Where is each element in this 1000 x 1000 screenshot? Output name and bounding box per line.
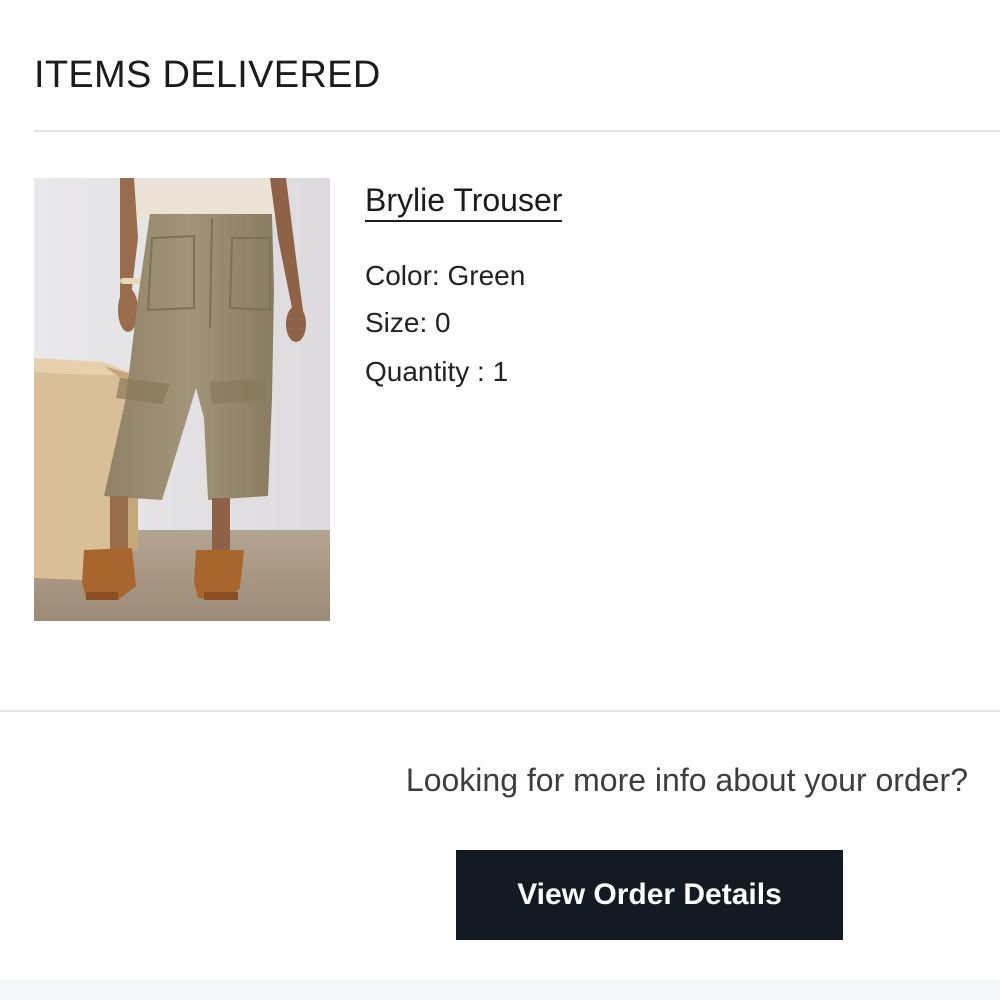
footer-band <box>0 980 1000 1000</box>
product-name-link[interactable]: Brylie Trouser <box>365 180 563 222</box>
product-size: Size: 0 <box>365 307 451 338</box>
product-image[interactable] <box>34 178 330 621</box>
order-email-page: ITEMS DELIVERED Brylie Trouser Color: Gr… <box>0 0 1000 1000</box>
product-color: Color: Green <box>365 260 526 291</box>
more-info-prompt: Looking for more info about your order? <box>405 762 968 798</box>
section-title: ITEMS DELIVERED <box>34 54 381 96</box>
product-quantity: Quantity : 1 <box>365 356 509 387</box>
divider <box>34 130 1000 132</box>
product-photo <box>34 178 330 621</box>
view-order-details-button[interactable]: View Order Details <box>456 850 843 940</box>
divider <box>0 710 1000 712</box>
